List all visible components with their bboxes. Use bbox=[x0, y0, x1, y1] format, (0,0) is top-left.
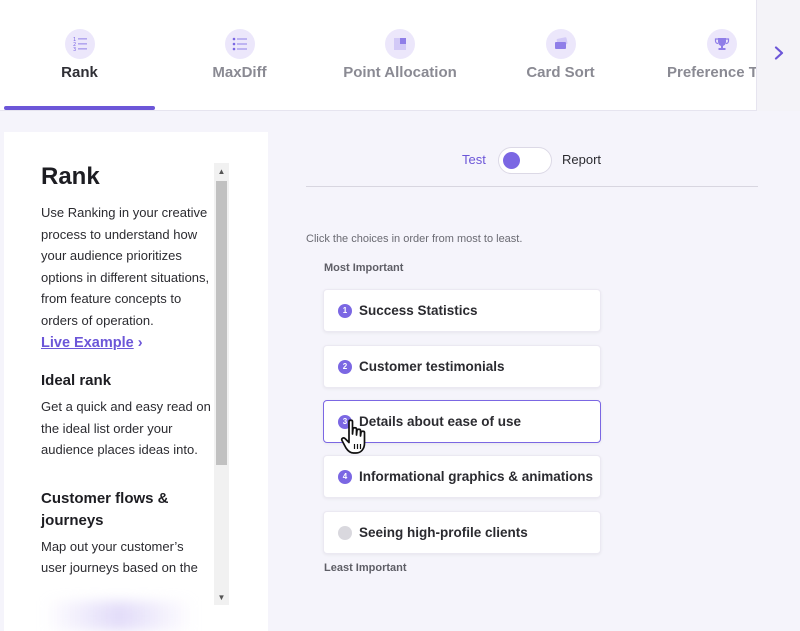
choice-label: Customer testimonials bbox=[359, 359, 505, 374]
point-allocation-icon bbox=[385, 29, 415, 59]
choice-label: Success Statistics bbox=[359, 303, 478, 318]
choice-label: Seeing high-profile clients bbox=[359, 525, 528, 540]
info-panel: Rank Use Ranking in your creative proces… bbox=[4, 132, 268, 631]
tab-card-sort[interactable]: Card Sort bbox=[485, 0, 636, 111]
active-tab-indicator bbox=[4, 106, 155, 110]
rank-number-badge: 1 bbox=[338, 304, 352, 318]
rank-number-badge bbox=[338, 526, 352, 540]
instruction-text: Click the choices in order from most to … bbox=[306, 233, 523, 245]
section-body: Get a quick and easy read on the ideal l… bbox=[41, 399, 211, 457]
tab-maxdiff[interactable]: MaxDiff bbox=[164, 0, 315, 111]
rank-choice[interactable]: 4 Informational graphics & animations bbox=[323, 455, 601, 498]
scrollbar[interactable]: ▲ ▼ bbox=[214, 163, 229, 605]
tab-label: Point Allocation bbox=[343, 64, 457, 81]
hand-cursor-icon bbox=[340, 419, 366, 454]
tab-strip: 1 2 3 Rank MaxDiff Point Allocation Card… bbox=[0, 0, 756, 111]
scroll-fade bbox=[44, 601, 194, 631]
trophy-icon bbox=[706, 29, 737, 59]
live-example-link[interactable]: Live Example › bbox=[41, 335, 211, 351]
tab-preference-test[interactable]: Preference Te bbox=[646, 0, 756, 111]
test-report-toggle[interactable] bbox=[498, 147, 552, 174]
card-sort-icon bbox=[545, 29, 576, 59]
chevron-right-icon bbox=[773, 46, 785, 65]
rank-choice[interactable]: 2 Customer testimonials bbox=[323, 345, 601, 388]
scroll-down-arrow[interactable]: ▼ bbox=[214, 589, 229, 605]
tab-point-allocation[interactable]: Point Allocation bbox=[310, 0, 490, 111]
info-title: Rank bbox=[41, 163, 100, 190]
most-important-label: Most Important bbox=[324, 262, 404, 274]
rank-number-badge: 2 bbox=[338, 360, 352, 374]
maxdiff-list-icon bbox=[224, 29, 255, 59]
tab-label: Preference Te bbox=[667, 64, 756, 81]
toggle-knob bbox=[503, 152, 520, 169]
choice-label: Details about ease of use bbox=[359, 414, 522, 429]
rank-choice[interactable]: 1 Success Statistics bbox=[323, 289, 601, 332]
rank-number-badge: 4 bbox=[338, 470, 352, 484]
tab-label: Card Sort bbox=[526, 64, 595, 81]
chevron-right-icon: › bbox=[137, 335, 143, 351]
info-panel-content: Rank Use Ranking in your creative proces… bbox=[41, 162, 211, 579]
scroll-thumb[interactable] bbox=[216, 181, 227, 465]
live-example-label: Live Example bbox=[41, 335, 134, 351]
tab-rank[interactable]: 1 2 3 Rank bbox=[4, 0, 155, 111]
rank-choice[interactable]: Seeing high-profile clients bbox=[323, 511, 601, 554]
toggle-report-label[interactable]: Report bbox=[562, 152, 601, 167]
least-important-label: Least Important bbox=[324, 562, 407, 574]
mode-toggle-row: Test Report bbox=[268, 146, 800, 176]
scroll-up-arrow[interactable]: ▲ bbox=[214, 163, 229, 179]
section-heading: Ideal rank bbox=[41, 372, 112, 389]
choice-label: Informational graphics & animations bbox=[359, 469, 594, 484]
section-body: Map out your customer’s user journeys ba… bbox=[41, 538, 198, 576]
rank-list-icon: 1 2 3 bbox=[64, 29, 95, 59]
rank-demo: Test Report Click the choices in order f… bbox=[268, 132, 800, 631]
tab-label: MaxDiff bbox=[212, 64, 267, 81]
divider bbox=[306, 186, 758, 187]
toggle-test-label[interactable]: Test bbox=[462, 152, 486, 167]
svg-text:3: 3 bbox=[73, 47, 76, 52]
tab-bar: 1 2 3 Rank MaxDiff Point Allocation Card… bbox=[0, 0, 800, 111]
section-heading: Customer flows & journeys bbox=[41, 489, 169, 529]
tab-label: Rank bbox=[61, 64, 98, 81]
next-tabs-button[interactable] bbox=[756, 0, 800, 111]
info-intro: Use Ranking in your creative process to … bbox=[41, 205, 210, 328]
